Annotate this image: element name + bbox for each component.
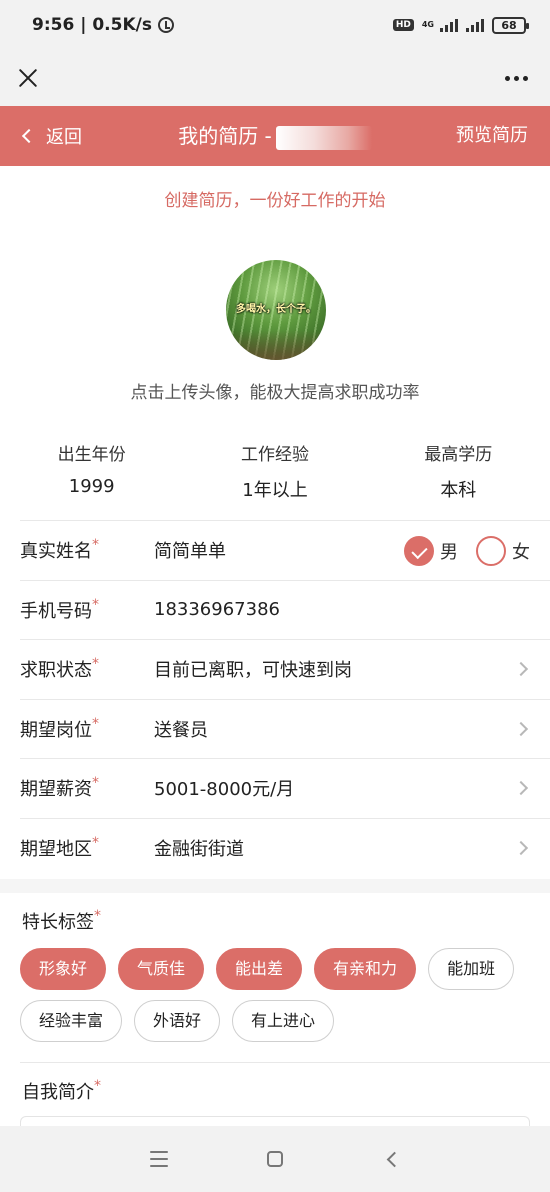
webview-toolbar	[0, 50, 550, 106]
stat-value: 1年以上	[242, 480, 308, 501]
checkmark-icon	[404, 535, 434, 566]
stat-label: 出生年份	[57, 445, 126, 465]
avatar-soil-shade	[226, 330, 326, 360]
row-label: 求职状态*	[20, 656, 154, 682]
row-expected-salary[interactable]: 期望薪资* 5001-8000元/月	[20, 758, 550, 818]
position-value: 送餐员	[154, 719, 208, 741]
row-label: 真实姓名*	[20, 537, 154, 563]
hd-icon: HD	[392, 19, 414, 31]
row-label-text: 真实姓名	[20, 541, 92, 563]
status-bar: 9:56 | 0.5K/s HD 4G 68	[0, 0, 550, 50]
back-button[interactable]: 返回	[20, 106, 82, 166]
self-intro-title: 自我简介*	[22, 1078, 101, 1104]
row-job-status[interactable]: 求职状态* 目前已离职，可快速到岗	[20, 639, 550, 699]
row-real-name[interactable]: 真实姓名* 简简单单 男 女	[20, 520, 550, 580]
signal-icon-2	[466, 18, 484, 32]
system-back-button[interactable]	[333, 1126, 449, 1192]
chevron-left-icon	[21, 128, 37, 144]
required-mark: *	[92, 596, 99, 613]
status-left: 9:56 | 0.5K/s	[32, 15, 174, 35]
skill-tag[interactable]: 经验丰富	[20, 1000, 123, 1042]
stat-birth-year[interactable]: 出生年份 1999	[0, 440, 183, 510]
recent-apps-button[interactable]	[101, 1126, 217, 1192]
skill-tag[interactable]: 形象好	[20, 948, 107, 990]
required-mark: *	[94, 1078, 101, 1094]
battery-icon: 68	[492, 16, 529, 34]
close-icon[interactable]	[16, 66, 40, 90]
system-nav-bar	[0, 1126, 550, 1192]
stat-work-experience[interactable]: 工作经验 1年以上	[183, 440, 366, 510]
status-right: HD 4G 68	[392, 16, 529, 34]
back-label: 返回	[46, 127, 82, 148]
row-expected-position[interactable]: 期望岗位* 送餐员	[20, 698, 550, 759]
row-label-text: 期望岗位	[20, 719, 92, 741]
avatar-hint: 点击上传头像，能极大提高求职成功率	[130, 383, 420, 403]
phone-field[interactable]: 18336967386	[154, 599, 550, 620]
gender-selector: 男 女	[392, 521, 530, 580]
skills-title-text: 特长标签	[22, 912, 94, 933]
gender-female-radio[interactable]: 女	[476, 535, 530, 566]
avatar-caption: 多喝水，长个子。	[236, 304, 316, 315]
home-button[interactable]	[217, 1126, 333, 1192]
row-label-text: 期望薪资	[20, 779, 92, 801]
skill-tag[interactable]: 气质佳	[118, 948, 205, 990]
menu-icon	[150, 1151, 168, 1167]
page-title-text: 我的简历 -	[178, 124, 272, 148]
self-intro-title-text: 自我简介	[22, 1082, 94, 1103]
radio-empty-icon	[476, 535, 506, 566]
row-label-text: 求职状态	[20, 660, 92, 682]
more-options-icon[interactable]	[505, 75, 528, 81]
row-expected-region[interactable]: 期望地区* 金融街街道	[20, 817, 550, 878]
divider	[20, 1062, 550, 1063]
skill-tag[interactable]: 外语好	[134, 1000, 221, 1042]
resume-form: 真实姓名* 简简单单 男 女 手机号码* 18336967386 求职状态* 目…	[0, 520, 550, 877]
required-mark: *	[92, 537, 99, 554]
basic-info-stats: 出生年份 1999 工作经验 1年以上 最高学历 本科	[0, 440, 550, 510]
required-mark: *	[92, 775, 99, 792]
avatar-upload[interactable]: 多喝水，长个子。	[226, 260, 326, 360]
home-icon	[267, 1151, 283, 1167]
required-mark: *	[92, 834, 99, 851]
stat-label: 工作经验	[240, 445, 309, 465]
preview-resume-button[interactable]: 预览简历	[456, 106, 528, 166]
signal-icon	[440, 18, 458, 32]
redacted-name-blur	[275, 125, 372, 150]
gender-male-label: 男	[440, 541, 458, 563]
row-label: 期望薪资*	[20, 775, 154, 801]
required-mark: *	[92, 656, 99, 673]
network-type: 4G	[421, 20, 434, 29]
skill-tag[interactable]: 能加班	[428, 948, 515, 990]
stat-value: 本科	[440, 480, 477, 501]
stat-education[interactable]: 最高学历 本科	[367, 440, 550, 510]
page-header: 我的简历 - 返回 预览简历	[0, 106, 550, 166]
required-mark: *	[92, 715, 99, 732]
status-speed: 0.5K/s	[92, 15, 152, 35]
skills-title: 特长标签*	[22, 908, 101, 934]
row-label: 期望地区*	[20, 835, 154, 861]
alarm-icon	[157, 17, 174, 33]
required-mark: *	[94, 908, 101, 924]
back-icon	[386, 1151, 402, 1167]
row-label: 期望岗位*	[20, 716, 154, 742]
slogan: 创建简历，一份好工作的开始	[164, 191, 386, 211]
status-separator: |	[74, 15, 93, 35]
row-label: 手机号码*	[20, 597, 154, 623]
gender-male-radio[interactable]: 男	[404, 535, 458, 566]
section-divider	[0, 879, 550, 893]
status-time: 9:56	[32, 15, 75, 35]
skill-tag[interactable]: 有上进心	[232, 1000, 335, 1042]
skill-tags: 形象好 气质佳 能出差 有亲和力 能加班 经验丰富 外语好 有上进心	[20, 948, 540, 1042]
row-phone[interactable]: 手机号码* 18336967386	[20, 579, 550, 640]
stat-label: 最高学历	[424, 445, 493, 465]
skill-tag[interactable]: 有亲和力	[314, 948, 417, 990]
job-status-value: 目前已离职，可快速到岗	[154, 660, 352, 682]
row-label-text: 手机号码	[20, 600, 92, 622]
row-label-text: 期望地区	[20, 838, 92, 860]
gender-female-label: 女	[512, 541, 530, 563]
stat-value: 1999	[68, 476, 115, 497]
region-value: 金融街街道	[154, 838, 244, 860]
skill-tag[interactable]: 能出差	[216, 948, 303, 990]
salary-value: 5001-8000元/月	[154, 779, 295, 801]
